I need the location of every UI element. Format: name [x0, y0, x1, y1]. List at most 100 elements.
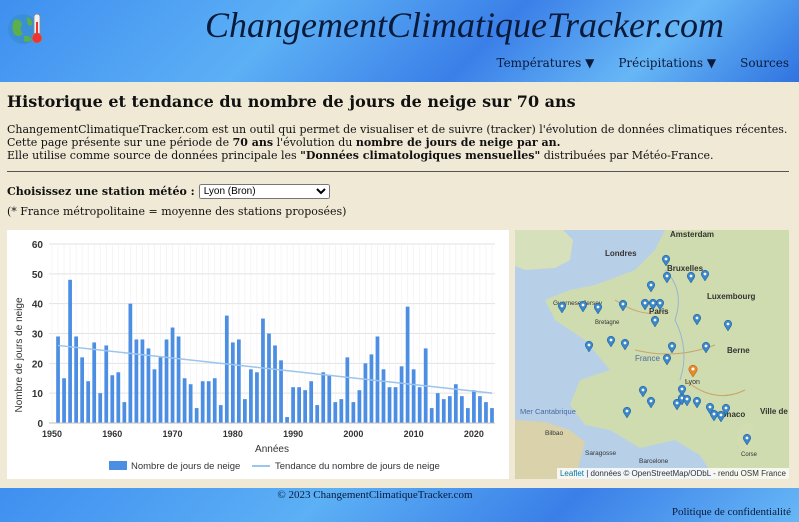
station-marker[interactable] [621, 338, 629, 351]
globe-thermometer-icon[interactable] [6, 8, 46, 48]
station-marker[interactable] [717, 410, 725, 423]
station-marker[interactable] [607, 335, 615, 348]
bar [80, 357, 85, 423]
bar [194, 408, 199, 423]
bar [484, 402, 488, 423]
bar [236, 339, 241, 423]
bar [261, 318, 265, 423]
x-tick-label: 1970 [163, 429, 183, 439]
bar [128, 303, 133, 423]
privacy-link[interactable]: Politique de confidentialité [672, 506, 791, 518]
bar [200, 381, 205, 423]
station-marker[interactable] [558, 301, 566, 314]
bar [285, 417, 289, 423]
bar [339, 399, 344, 423]
station-marker[interactable] [639, 385, 647, 398]
legend-label-trend[interactable]: Tendance du nombre de jours de neige [275, 461, 440, 472]
intro-period: 70 ans [232, 136, 274, 149]
bar [68, 279, 72, 423]
chart-svg: 01020304050601950 1960 1970 1980 1990 2000 201… [14, 240, 495, 472]
divider [7, 171, 789, 172]
bar [62, 378, 66, 423]
y-tick-label: 20 [32, 359, 44, 370]
station-marker[interactable] [663, 353, 671, 366]
station-marker[interactable] [619, 299, 627, 312]
bar [466, 408, 470, 423]
bar [230, 342, 235, 423]
nav-sources[interactable]: Sources [740, 56, 789, 70]
station-selector-row: Choisissez une station météo : Lyon (Bro… [7, 183, 791, 199]
station-marker[interactable] [701, 269, 709, 282]
chart-legend: Nombre de jours de neige Tendance du nom… [109, 461, 440, 472]
bar [393, 387, 398, 423]
bar [490, 408, 494, 423]
station-marker[interactable] [647, 396, 655, 409]
y-tick-label: 30 [32, 330, 44, 341]
bar [267, 333, 271, 423]
station-marker[interactable] [702, 341, 710, 354]
station-marker[interactable] [623, 406, 631, 419]
bar [182, 378, 187, 423]
legend-swatch-bars[interactable] [109, 461, 127, 470]
site-footer: © 2023 ChangementClimatiqueTracker.com P… [0, 488, 799, 522]
station-marker[interactable] [662, 254, 670, 267]
bar [417, 387, 422, 423]
station-marker[interactable] [651, 315, 659, 328]
legend-label-bars[interactable]: Nombre de jours de neige [131, 461, 240, 472]
x-tick-label: 1990 [283, 429, 303, 439]
station-marker[interactable] [687, 271, 695, 284]
page-title: Historique et tendance du nombre de jour… [7, 92, 576, 111]
station-select[interactable]: Lyon (Bron) [198, 183, 330, 199]
station-marker[interactable] [579, 300, 587, 313]
bar [158, 357, 163, 423]
station-marker[interactable] [663, 271, 671, 284]
bar [146, 348, 151, 423]
stations-map[interactable]: Amsterdam Londres Bruxelles Luxembourg P… [515, 230, 789, 479]
bar [327, 375, 332, 423]
station-marker-selected[interactable] [688, 364, 698, 378]
site-title[interactable]: ChangementClimatiqueTracker.com [205, 4, 724, 46]
leaflet-link[interactable]: Leaflet [560, 469, 584, 478]
bar [212, 378, 217, 423]
bar [399, 366, 404, 423]
bar [435, 393, 440, 423]
bar [74, 336, 78, 423]
station-marker[interactable] [724, 319, 732, 332]
intro-line-2-pre: Cette page présente sur une période de [7, 136, 233, 149]
map-markers [558, 254, 751, 446]
bar [164, 339, 169, 423]
station-marker[interactable] [594, 302, 602, 315]
station-marker[interactable] [683, 394, 691, 407]
intro-line-3-pre: Elle utilise comme source de données pri… [7, 149, 301, 162]
bar [110, 375, 115, 423]
bar [206, 381, 211, 423]
station-marker[interactable] [649, 298, 657, 311]
bar [273, 345, 277, 423]
intro-line-3-post: distribuées par Météo-France. [540, 149, 714, 162]
station-marker[interactable] [641, 298, 649, 311]
station-marker[interactable] [743, 433, 751, 446]
snow-days-chart: 0 10 20 30 40 50 60 1950 1960 1970 1980 1990 2000 201… [7, 230, 509, 479]
bar [321, 372, 326, 423]
bar [411, 369, 416, 423]
y-tick-label: 10 [32, 389, 44, 400]
bar [291, 387, 295, 423]
bar [98, 393, 103, 423]
station-marker[interactable] [656, 298, 664, 311]
station-marker[interactable] [693, 313, 701, 326]
bar [472, 390, 476, 423]
bar [447, 396, 452, 423]
x-tick-label: 1960 [102, 429, 122, 439]
station-marker[interactable] [668, 341, 676, 354]
nav-temperatures[interactable]: Températures ▼ [497, 56, 595, 70]
y-tick-label: 60 [32, 240, 44, 251]
station-marker[interactable] [693, 396, 701, 409]
y-tick-label: 50 [32, 270, 44, 281]
intro-line-2-mid: l'évolution du [273, 136, 356, 149]
bar [134, 339, 139, 423]
bar [243, 399, 247, 423]
nav-precipitations[interactable]: Précipitations ▼ [618, 56, 716, 70]
station-marker[interactable] [647, 280, 655, 293]
station-marker[interactable] [585, 340, 593, 353]
bar [333, 402, 338, 423]
